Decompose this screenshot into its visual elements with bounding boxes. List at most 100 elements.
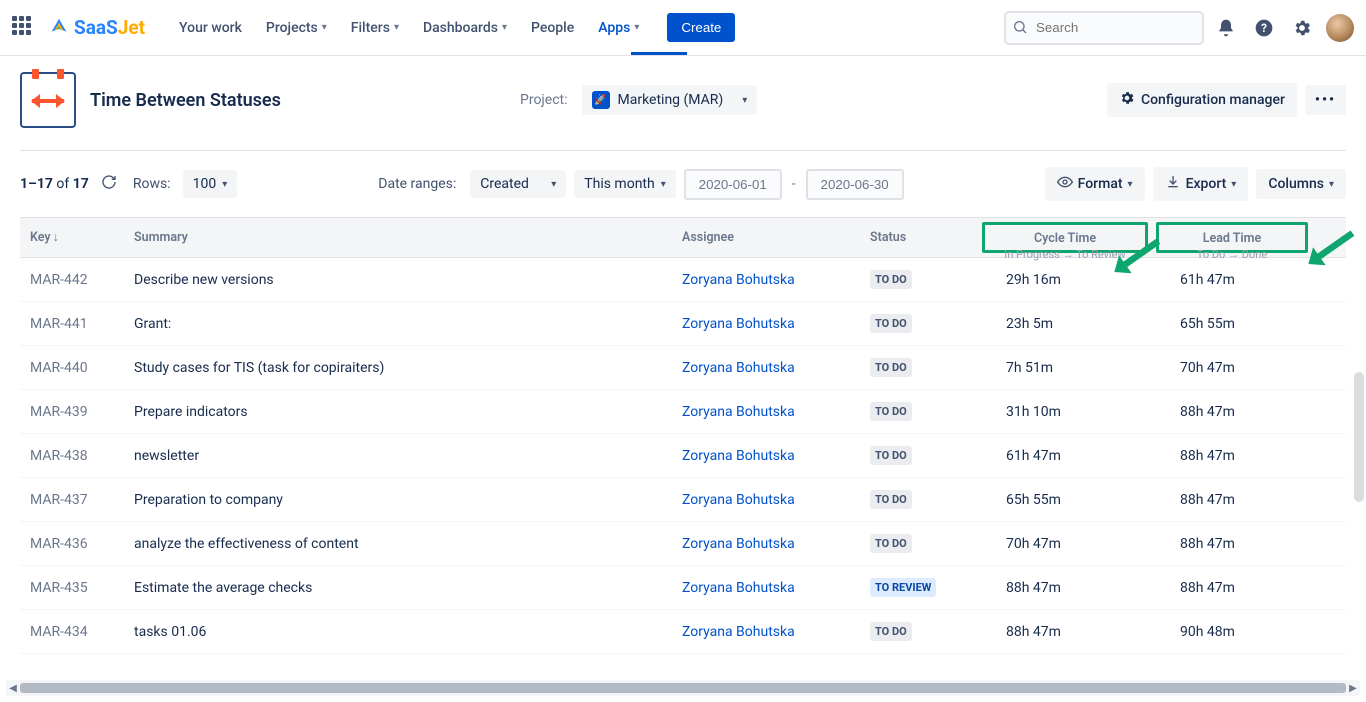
- cell-cycle-time: 61h 47m: [978, 436, 1152, 476]
- search-icon: [1012, 19, 1028, 39]
- cell-assignee: Zoryana Bohutska: [672, 480, 860, 520]
- cell-assignee: Zoryana Bohutska: [672, 304, 860, 344]
- assignee-link[interactable]: Zoryana Bohutska: [682, 448, 795, 464]
- project-label: Project:: [520, 92, 568, 108]
- configuration-manager-button[interactable]: Configuration manager: [1107, 83, 1297, 117]
- date-preset-select[interactable]: This month▾: [574, 170, 675, 198]
- project-selector[interactable]: 🚀 Marketing (MAR) ▾: [582, 85, 758, 115]
- cell-cycle-time: 88h 47m: [978, 568, 1152, 608]
- chevron-down-icon: ▾: [322, 22, 327, 33]
- cell-lead-time: 61h 47m: [1152, 260, 1312, 300]
- header-cycle-label: Cycle Time: [1034, 231, 1096, 246]
- logo-text-saas: SaaS: [74, 16, 118, 39]
- table-row[interactable]: MAR-439Prepare indicatorsZoryana Bohutsk…: [20, 390, 1346, 434]
- cell-key[interactable]: MAR-441: [20, 304, 124, 344]
- configuration-manager-label: Configuration manager: [1141, 92, 1285, 108]
- assignee-link[interactable]: Zoryana Bohutska: [682, 272, 795, 288]
- header-lead-time[interactable]: Lead Time To Do → Done: [1152, 218, 1312, 257]
- date-from-input[interactable]: [684, 169, 782, 200]
- cell-status: TO DO: [860, 390, 978, 433]
- header-cycle-time[interactable]: Cycle Time In Progress → To Review: [978, 218, 1152, 257]
- format-label: Format: [1078, 176, 1123, 192]
- export-button[interactable]: Export▾: [1153, 167, 1249, 201]
- help-icon[interactable]: ?: [1248, 12, 1280, 44]
- cell-summary: Study cases for TIS (task for copiraiter…: [124, 348, 672, 388]
- cell-summary: analyze the effectiveness of content: [124, 524, 672, 564]
- table-row[interactable]: MAR-441Grant:Zoryana BohutskaTO DO23h 5m…: [20, 302, 1346, 346]
- header-summary[interactable]: Summary: [124, 218, 672, 257]
- nav-filters[interactable]: Filters▾: [341, 14, 409, 42]
- date-to-input[interactable]: [806, 169, 904, 200]
- cell-status: TO DO: [860, 478, 978, 521]
- date-field-select[interactable]: Created▾: [470, 170, 566, 198]
- toolbar: 1–17 of 17 Rows: 100▾ Date ranges: Creat…: [0, 151, 1366, 213]
- more-actions-button[interactable]: •••: [1305, 85, 1346, 115]
- scroll-left-icon[interactable]: ◀: [7, 682, 19, 694]
- header-lead-highlight: Lead Time To Do → Done: [1156, 222, 1308, 253]
- table-row[interactable]: MAR-438newsletterZoryana BohutskaTO DO61…: [20, 434, 1346, 478]
- nav-people[interactable]: People: [521, 14, 584, 42]
- top-navigation: SaaSJet Your work Projects▾ Filters▾ Das…: [0, 0, 1366, 56]
- header-key[interactable]: Key↓: [20, 218, 124, 257]
- user-avatar[interactable]: [1326, 14, 1354, 42]
- cell-cycle-time: 70h 47m: [978, 524, 1152, 564]
- app-icon: [20, 72, 76, 128]
- cell-key[interactable]: MAR-436: [20, 524, 124, 564]
- product-logo[interactable]: SaaSJet: [48, 16, 145, 39]
- vertical-scrollbar[interactable]: [1354, 372, 1364, 502]
- cell-lead-time: 88h 47m: [1152, 436, 1312, 476]
- search-input[interactable]: [1004, 11, 1204, 45]
- cell-summary: newsletter: [124, 436, 672, 476]
- assignee-link[interactable]: Zoryana Bohutska: [682, 580, 795, 596]
- header-assignee[interactable]: Assignee: [672, 218, 860, 257]
- nav-projects[interactable]: Projects▾: [256, 14, 337, 42]
- settings-icon[interactable]: [1286, 12, 1318, 44]
- nav-apps[interactable]: Apps▾: [588, 14, 649, 42]
- cell-key[interactable]: MAR-434: [20, 612, 124, 652]
- notifications-icon[interactable]: [1210, 12, 1242, 44]
- header-status[interactable]: Status: [860, 218, 978, 257]
- cell-key[interactable]: MAR-442: [20, 260, 124, 300]
- table-row[interactable]: MAR-435Estimate the average checksZoryan…: [20, 566, 1346, 610]
- rows-select[interactable]: 100▾: [183, 170, 238, 198]
- scroll-right-icon[interactable]: ▶: [1347, 682, 1359, 694]
- cell-key[interactable]: MAR-437: [20, 480, 124, 520]
- cell-cycle-time: 88h 47m: [978, 612, 1152, 652]
- nav-your-work-label: Your work: [179, 20, 242, 36]
- cell-status: TO DO: [860, 302, 978, 345]
- assignee-link[interactable]: Zoryana Bohutska: [682, 536, 795, 552]
- cell-lead-time: 65h 55m: [1152, 304, 1312, 344]
- table-row[interactable]: MAR-437Preparation to companyZoryana Boh…: [20, 478, 1346, 522]
- assignee-link[interactable]: Zoryana Bohutska: [682, 492, 795, 508]
- rows-value: 100: [193, 176, 217, 192]
- cell-key[interactable]: MAR-440: [20, 348, 124, 388]
- cell-key[interactable]: MAR-438: [20, 436, 124, 476]
- export-label: Export: [1186, 176, 1227, 192]
- cell-key[interactable]: MAR-435: [20, 568, 124, 608]
- table-row[interactable]: MAR-440Study cases for TIS (task for cop…: [20, 346, 1346, 390]
- project-icon: 🚀: [592, 91, 610, 109]
- columns-button[interactable]: Columns▾: [1256, 169, 1346, 199]
- header-cycle-highlight: Cycle Time In Progress → To Review: [982, 222, 1148, 253]
- app-title: Time Between Statuses: [90, 90, 281, 111]
- assignee-link[interactable]: Zoryana Bohutska: [682, 624, 795, 640]
- assignee-link[interactable]: Zoryana Bohutska: [682, 360, 795, 376]
- nav-dashboards[interactable]: Dashboards▾: [413, 14, 517, 42]
- refresh-icon[interactable]: [101, 174, 117, 194]
- table-row[interactable]: MAR-442Describe new versions Zoryana Bohu…: [20, 258, 1346, 302]
- global-search[interactable]: [1004, 11, 1204, 45]
- assignee-link[interactable]: Zoryana Bohutska: [682, 404, 795, 420]
- format-button[interactable]: Format▾: [1045, 167, 1145, 201]
- app-switcher-icon[interactable]: [12, 16, 36, 40]
- count-total: 17: [73, 176, 89, 192]
- scrollbar-thumb[interactable]: [20, 683, 1346, 693]
- cell-summary: Describe new versions: [124, 260, 672, 300]
- horizontal-scrollbar[interactable]: ◀ ▶: [6, 680, 1360, 696]
- table-row[interactable]: MAR-436analyze the effectiveness of cont…: [20, 522, 1346, 566]
- table-row[interactable]: MAR-434tasks 01.06Zoryana BohutskaTO DO8…: [20, 610, 1346, 654]
- cell-key[interactable]: MAR-439: [20, 392, 124, 432]
- cell-assignee: Zoryana Bohutska: [672, 568, 860, 608]
- nav-your-work[interactable]: Your work: [169, 14, 252, 42]
- create-button[interactable]: Create: [667, 13, 735, 42]
- assignee-link[interactable]: Zoryana Bohutska: [682, 316, 795, 332]
